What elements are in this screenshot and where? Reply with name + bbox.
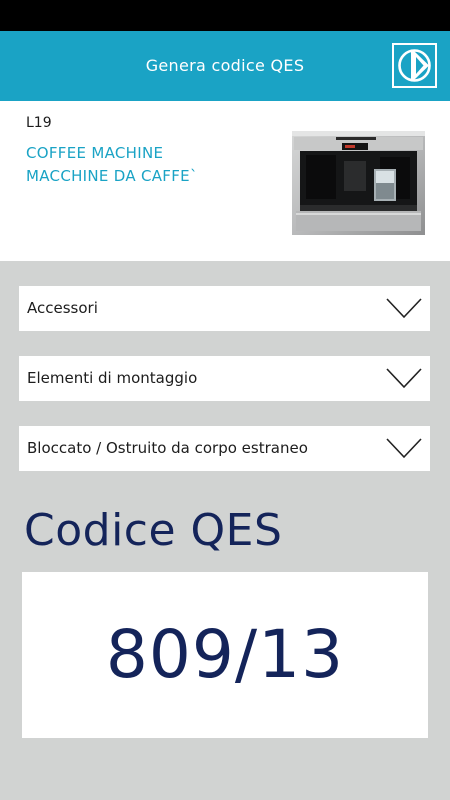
status-bar [0, 0, 450, 31]
electrolux-logo-icon[interactable] [392, 43, 437, 88]
qes-heading: Codice QES [24, 505, 283, 556]
dropdown-bloccato-ostruito[interactable]: Bloccato / Ostruito da corpo estraneo [19, 426, 430, 471]
dropdown-accessori[interactable]: Accessori [19, 286, 430, 331]
qes-code-value: 809/13 [105, 616, 345, 693]
product-type-line-2: MACCHINE DA CAFFE` [26, 167, 198, 185]
dropdown-label: Accessori [27, 299, 98, 317]
page-title: Genera codice QES [145, 56, 305, 75]
product-type: COFFEE MACHINE MACCHINE DA CAFFE` [26, 142, 198, 188]
product-type-line-1: COFFEE MACHINE [26, 144, 164, 162]
chevron-down-icon [386, 298, 422, 319]
dropdown-label: Elementi di montaggio [27, 369, 198, 387]
chevron-down-icon [386, 438, 422, 459]
chevron-down-icon [386, 368, 422, 389]
product-panel: L19 COFFEE MACHINE MACCHINE DA CAFFE` [0, 101, 450, 261]
model-code: L19 [26, 115, 52, 131]
dropdown-elementi-di-montaggio[interactable]: Elementi di montaggio [19, 356, 430, 401]
dropdown-label: Bloccato / Ostruito da corpo estraneo [27, 439, 308, 457]
coffee-machine-image [292, 131, 425, 235]
app-bar: Genera codice QES [0, 31, 450, 101]
qes-result-box: 809/13 [22, 572, 428, 738]
